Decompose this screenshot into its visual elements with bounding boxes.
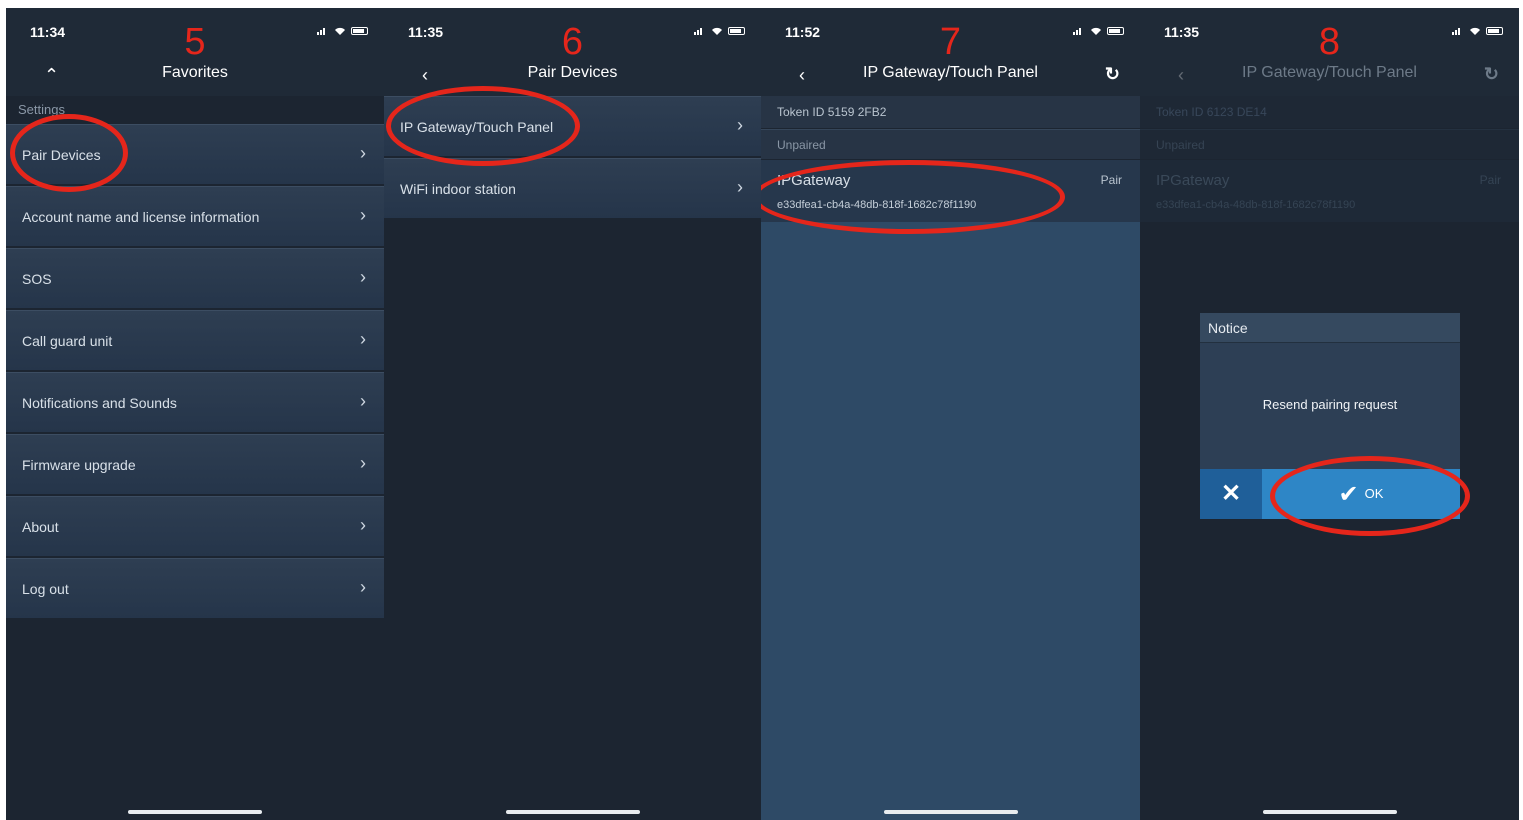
step-number: 6 bbox=[561, 21, 584, 63]
token-id: Token ID 6123 DE14 bbox=[1140, 96, 1519, 128]
annotation-circle bbox=[761, 160, 1065, 234]
menu-item-about[interactable]: About › bbox=[6, 496, 384, 556]
menu-item-wifi-indoor[interactable]: WiFi indoor station › bbox=[384, 158, 761, 218]
content-area bbox=[761, 222, 1140, 820]
token-id: Token ID 5159 2FB2 bbox=[761, 96, 1140, 128]
menu-item-logout[interactable]: Log out › bbox=[6, 558, 384, 618]
menu-item-label: Log out bbox=[22, 581, 69, 597]
menu-item-label: SOS bbox=[22, 271, 52, 287]
page-title: IP Gateway/Touch Panel bbox=[1242, 64, 1417, 81]
section-header-unpaired: Unpaired bbox=[1140, 129, 1519, 159]
step-number: 8 bbox=[1318, 21, 1341, 63]
chevron-right-icon: › bbox=[360, 267, 366, 287]
pair-label: Pair bbox=[1479, 173, 1501, 187]
home-indicator[interactable] bbox=[1262, 810, 1397, 814]
pair-button[interactable]: Pair bbox=[1101, 173, 1122, 187]
section-header-unpaired: Unpaired bbox=[761, 129, 1140, 159]
screen-favorites: 11:34 5 ⌃ Favorites Settings Pair Device… bbox=[6, 8, 384, 820]
device-id: e33dfea1-cb4a-48db-818f-1682c78f1190 bbox=[1156, 199, 1356, 211]
device-row-ipgateway: IPGateway e33dfea1-cb4a-48db-818f-1682c7… bbox=[1140, 160, 1519, 222]
dialog-title: Notice bbox=[1200, 313, 1460, 343]
menu-item-label: About bbox=[22, 519, 59, 535]
chevron-right-icon: › bbox=[360, 577, 366, 597]
menu-item-label: WiFi indoor station bbox=[400, 181, 516, 197]
chevron-right-icon: › bbox=[360, 515, 366, 535]
annotation-circle bbox=[10, 114, 128, 192]
menu-item-label: Account name and license information bbox=[22, 209, 260, 225]
step-number: 7 bbox=[939, 21, 962, 63]
page-title: IP Gateway/Touch Panel bbox=[863, 64, 1038, 81]
menu-item-firmware[interactable]: Firmware upgrade › bbox=[6, 434, 384, 494]
menu-item-account[interactable]: Account name and license information › bbox=[6, 186, 384, 246]
home-indicator[interactable] bbox=[883, 810, 1018, 814]
screen-ip-gateway-notice: 11:35 8 ‹ IP Gateway/Touch Panel ↻ Token… bbox=[1140, 8, 1519, 820]
screen-pair-devices: 11:35 6 ‹ Pair Devices IP Gateway/Touch … bbox=[384, 8, 761, 820]
menu-item-label: Notifications and Sounds bbox=[22, 395, 177, 411]
home-indicator[interactable] bbox=[128, 810, 262, 814]
page-title: Favorites bbox=[162, 64, 228, 81]
page-title: Pair Devices bbox=[527, 64, 618, 81]
chevron-right-icon: › bbox=[360, 143, 366, 163]
chevron-right-icon: › bbox=[360, 453, 366, 473]
home-indicator[interactable] bbox=[505, 810, 640, 814]
chevron-right-icon: › bbox=[737, 115, 743, 135]
dialog-message: Resend pairing request bbox=[1262, 397, 1398, 412]
refresh-icon: ↻ bbox=[1483, 64, 1499, 84]
menu-item-call-guard[interactable]: Call guard unit › bbox=[6, 310, 384, 370]
menu-item-label: Call guard unit bbox=[22, 333, 113, 349]
chevron-right-icon: › bbox=[360, 205, 366, 225]
annotation-circle bbox=[1270, 456, 1470, 536]
chevron-right-icon: › bbox=[737, 177, 743, 197]
device-name: IPGateway bbox=[1156, 172, 1230, 189]
step-number: 5 bbox=[184, 21, 206, 63]
refresh-icon[interactable]: ↻ bbox=[1105, 65, 1120, 83]
screen-ip-gateway: 11:52 7 ‹ IP Gateway/Touch Panel ↻ Token… bbox=[761, 8, 1140, 820]
annotation-circle bbox=[386, 86, 580, 166]
chevron-right-icon: › bbox=[360, 329, 366, 349]
menu-item-sos[interactable]: SOS › bbox=[6, 248, 384, 308]
chevron-right-icon: › bbox=[360, 391, 366, 411]
close-icon[interactable]: ✕ bbox=[1200, 469, 1262, 519]
menu-item-label: Firmware upgrade bbox=[22, 457, 136, 473]
menu-item-notifications[interactable]: Notifications and Sounds › bbox=[6, 372, 384, 432]
